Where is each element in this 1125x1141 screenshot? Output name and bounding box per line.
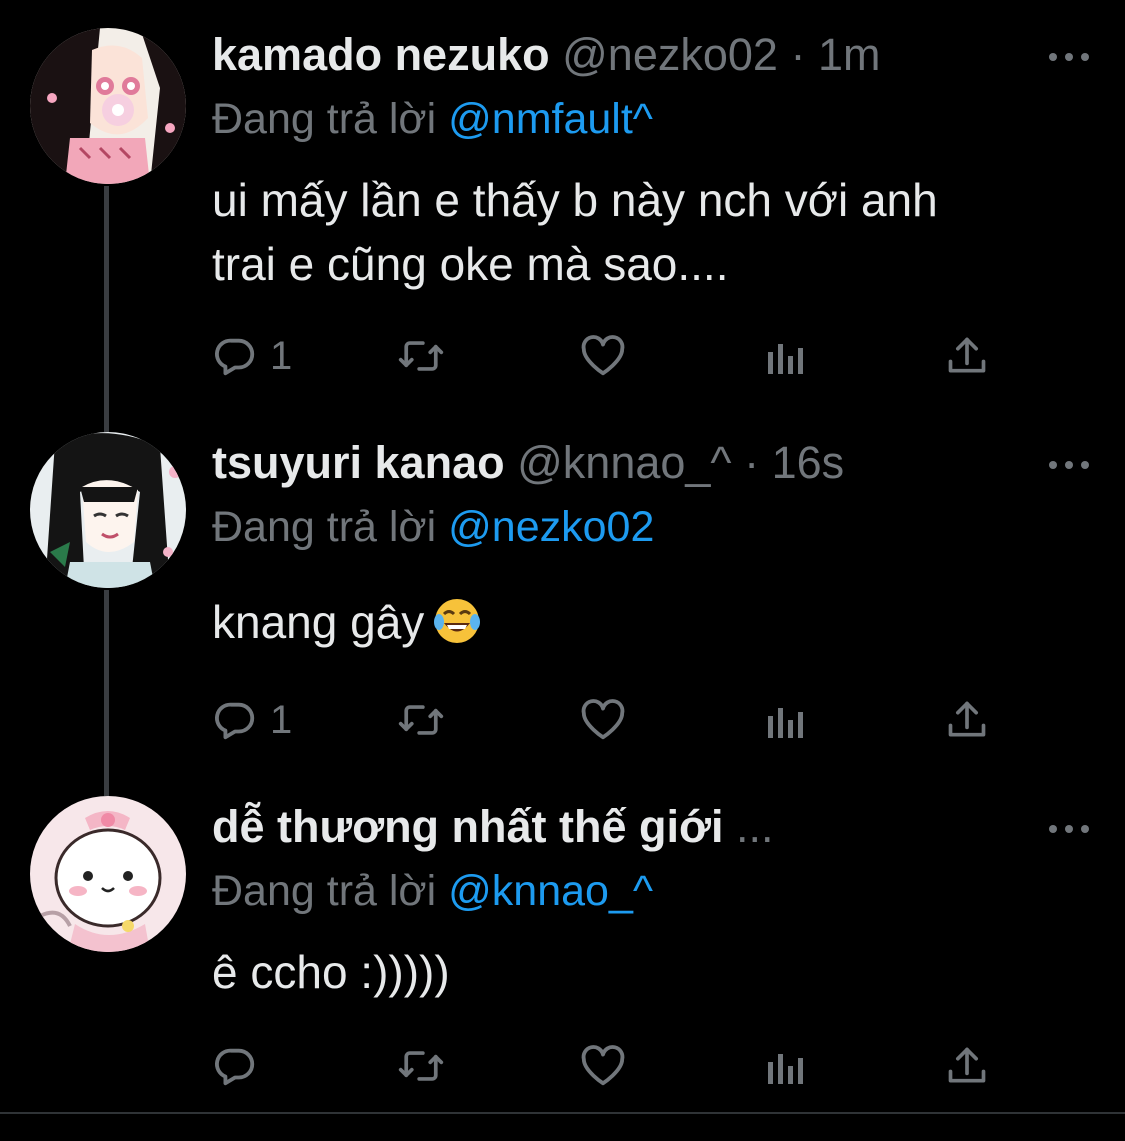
reply-button[interactable] [212, 1040, 258, 1092]
reply-button[interactable]: 1 [212, 694, 292, 746]
reply-prefix: Đang trả lời [212, 503, 437, 551]
analytics-button[interactable] [766, 694, 806, 746]
share-icon [948, 701, 986, 737]
like-button[interactable] [580, 1040, 626, 1092]
like-icon [581, 699, 625, 740]
replying-to: Đang trả lời @knnao_^ [212, 864, 653, 918]
share-icon [948, 1047, 986, 1083]
tweet-1[interactable]: kamado nezuko @nezko02 · 1m Đang trả lời… [0, 0, 1125, 420]
retweet-button[interactable] [397, 1040, 445, 1092]
tweet-text-line: ui mấy lần e thấy b này nch với anh [212, 174, 938, 226]
face-with-tears-of-joy-icon [432, 596, 482, 662]
reply-prefix: Đang trả lời [212, 95, 437, 143]
tweet-header: tsuyuri kanao @knnao_^ · 16s [212, 436, 1085, 490]
tweet-text-line: knang gây [212, 596, 425, 648]
reply-mention[interactable]: @nmfault^ [448, 95, 653, 143]
share-button[interactable] [945, 694, 989, 746]
reply-mention[interactable]: @knnao_^ [448, 867, 653, 915]
action-bar: 1 [212, 694, 1002, 746]
tweet-header: kamado nezuko @nezko02 · 1m [212, 28, 1085, 82]
share-icon [948, 337, 986, 373]
retweet-button[interactable] [397, 330, 445, 382]
tweet-text: ê ccho :))))) [212, 940, 1075, 1004]
action-bar: 1 [212, 330, 1002, 382]
retweet-icon [398, 341, 444, 371]
tweet-text-line: trai e cũng oke mà sao.... [212, 238, 729, 290]
tweet-text: ui mấy lần e thấy b này nch với anh trai… [212, 168, 1075, 296]
reply-count: 1 [270, 333, 293, 378]
reply-count: 1 [270, 697, 293, 742]
kanao-avatar-image [30, 432, 186, 588]
display-name[interactable]: tsuyuri kanao [212, 437, 505, 488]
tweet-text-line: ê ccho :))))) [212, 946, 450, 998]
name-truncation: ... [736, 801, 774, 852]
more-options-icon[interactable] [1049, 47, 1089, 67]
more-options-icon[interactable] [1049, 455, 1089, 475]
chiikawa-avatar-image [30, 796, 186, 952]
avatar[interactable] [30, 28, 186, 184]
avatar[interactable] [30, 432, 186, 588]
like-icon [581, 1045, 625, 1086]
display-name[interactable]: kamado nezuko [212, 29, 550, 80]
analytics-icon [768, 708, 803, 738]
avatar[interactable] [30, 796, 186, 952]
handle[interactable]: @nezko02 [562, 29, 778, 80]
analytics-button[interactable] [766, 330, 806, 382]
timestamp[interactable]: 16s [772, 437, 845, 488]
retweet-icon [398, 705, 444, 735]
reply-button[interactable]: 1 [212, 330, 292, 382]
handle[interactable]: @knnao_^ [517, 437, 731, 488]
more-options-icon[interactable] [1049, 819, 1089, 839]
reply-prefix: Đang trả lời [212, 867, 437, 915]
share-button[interactable] [945, 1040, 989, 1092]
retweet-button[interactable] [397, 694, 445, 746]
analytics-icon [768, 1054, 803, 1084]
separator: · [790, 29, 806, 80]
nezuko-avatar-image [30, 28, 186, 184]
tweet-text: knang gây [212, 590, 1075, 662]
analytics-button[interactable] [766, 1040, 806, 1092]
replying-to: Đang trả lời @nezko02 [212, 500, 654, 554]
retweet-icon [398, 1051, 444, 1081]
reply-mention[interactable]: @nezko02 [448, 503, 654, 551]
divider [0, 1112, 1125, 1114]
like-button[interactable] [580, 694, 626, 746]
replying-to: Đang trả lời @nmfault^ [212, 92, 653, 146]
tweet-3[interactable]: dễ thương nhất thế giới ... Đang trả lời… [0, 780, 1125, 1110]
reply-icon [215, 702, 255, 740]
reply-icon [215, 338, 255, 376]
reply-icon [215, 1048, 255, 1086]
tweet-2[interactable]: tsuyuri kanao @knnao_^ · 16s Đang trả lờ… [0, 420, 1125, 780]
like-icon [581, 335, 625, 376]
analytics-icon [768, 344, 803, 374]
like-button[interactable] [580, 330, 626, 382]
share-button[interactable] [945, 330, 989, 382]
action-bar [212, 1040, 1002, 1092]
display-name[interactable]: dễ thương nhất thế giới [212, 801, 724, 852]
tweet-header: dễ thương nhất thế giới ... [212, 800, 1085, 854]
timestamp[interactable]: 1m [818, 29, 881, 80]
separator: · [744, 437, 760, 488]
